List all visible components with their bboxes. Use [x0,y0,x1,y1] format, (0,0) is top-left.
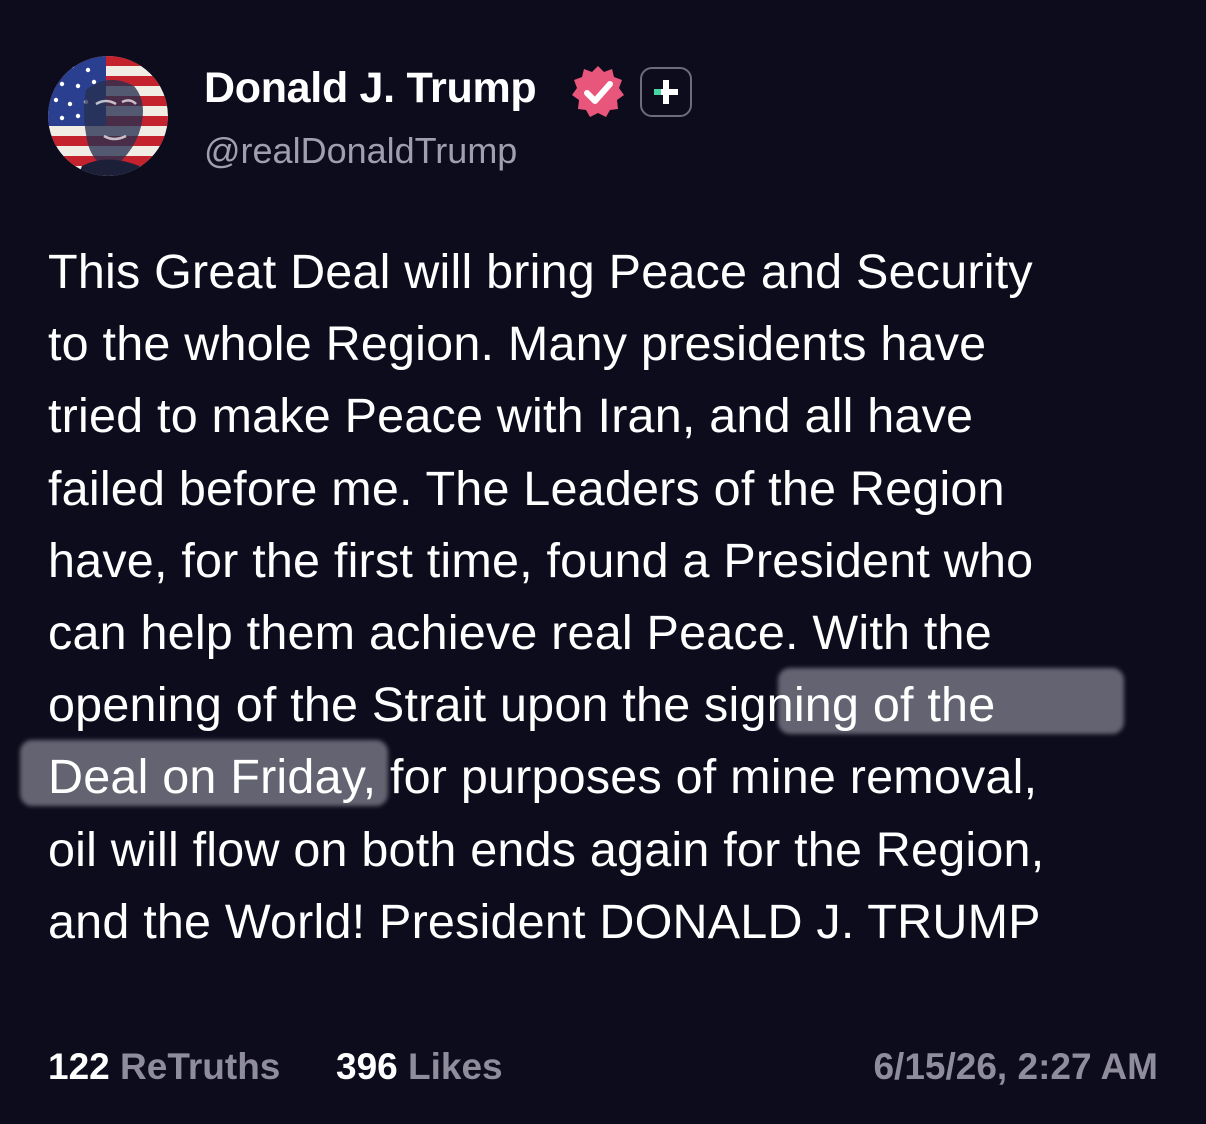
plus-icon [654,80,678,104]
flag-portrait-avatar-icon [48,56,168,176]
avatar[interactable] [48,56,168,176]
truth-post: Donald J. Trump @realDonaldTrump This Gr… [0,0,1206,1124]
likes-stat[interactable]: 396 Likes [336,1046,503,1088]
retruths-label: ReTruths [120,1046,281,1087]
post-text: This Great Deal will bring Peace and Sec… [48,245,1045,949]
retruths-count: 122 [48,1046,110,1087]
likes-label: Likes [408,1046,503,1087]
display-name[interactable]: Donald J. Trump [204,64,537,113]
plus-badge [640,67,692,117]
retruths-stat[interactable]: 122 ReTruths [48,1046,280,1088]
post-timestamp[interactable]: 6/15/26, 2:27 AM [873,1046,1158,1088]
likes-count: 396 [336,1046,398,1087]
verified-badge-icon [570,64,626,120]
user-handle[interactable]: @realDonaldTrump [204,130,517,172]
